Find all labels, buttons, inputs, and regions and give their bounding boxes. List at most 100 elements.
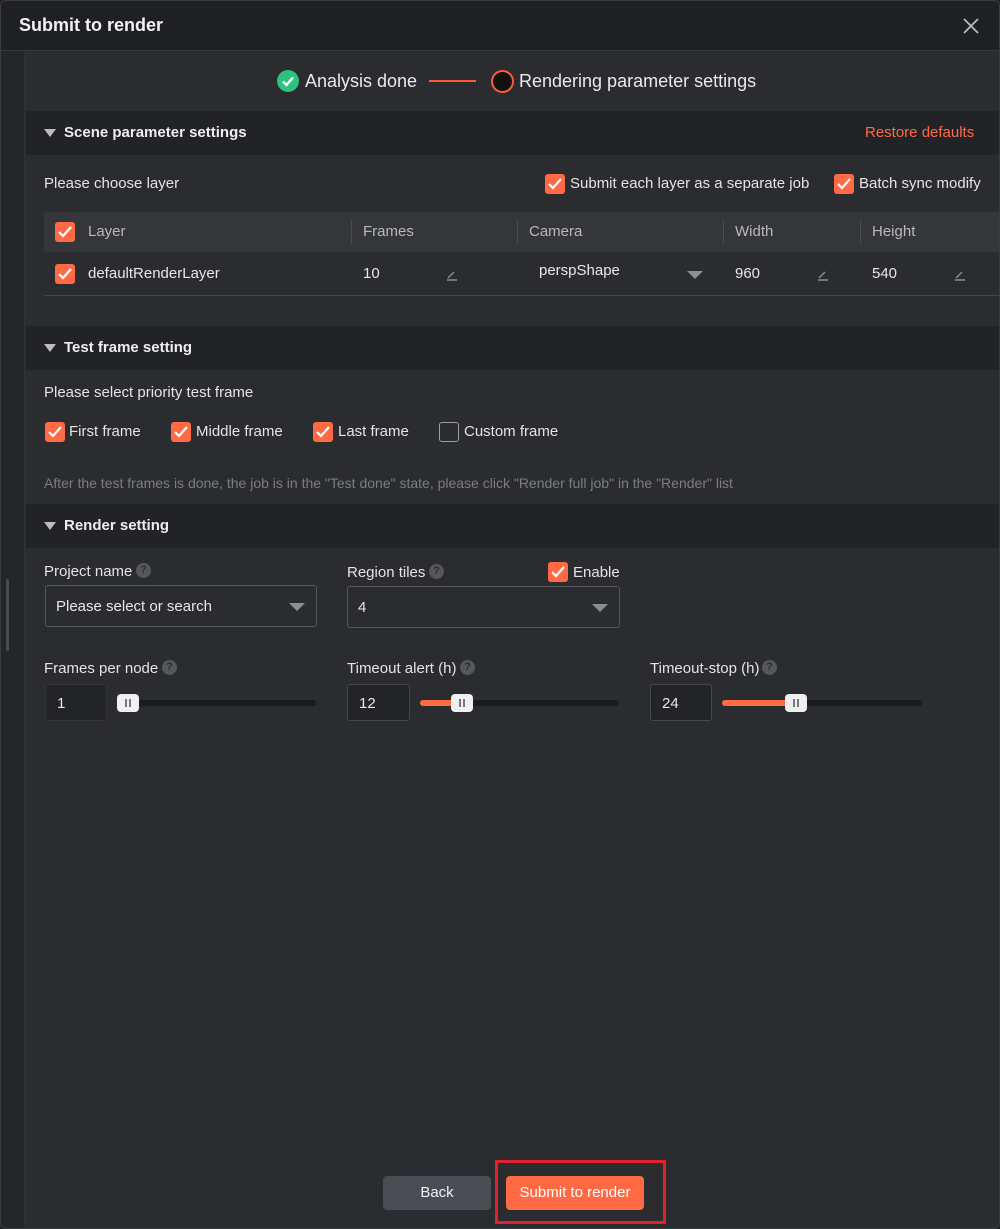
dialog-title: Submit to render [19, 15, 164, 35]
highlight-box [495, 1160, 666, 1224]
left-strip [1, 51, 25, 1228]
chevron-down-icon[interactable] [687, 271, 703, 279]
test-frame-section-header[interactable]: Test frame setting [26, 326, 999, 370]
checkbox-check-icon [48, 426, 62, 438]
submit-each-layer-label: Submit each layer as a separate job [570, 175, 810, 192]
slider-handle[interactable] [117, 694, 139, 712]
slider-handle[interactable] [785, 694, 807, 712]
back-button[interactable]: Back [383, 1176, 491, 1210]
layer-row-checkbox[interactable] [55, 264, 75, 284]
column-divider [860, 220, 861, 244]
step-connector [429, 80, 476, 82]
help-icon[interactable]: ? [162, 660, 177, 675]
batch-sync-checkbox[interactable] [834, 174, 854, 194]
frames-per-node-value: 1 [57, 695, 66, 712]
region-tiles-value: 4 [358, 599, 367, 616]
timeout-alert-slider[interactable] [420, 694, 619, 712]
timeout-alert-label: Timeout alert (h) [347, 660, 457, 677]
step-rendering-settings: Rendering parameter settings [519, 71, 757, 91]
width-value[interactable]: 960 [735, 265, 760, 282]
table-row: defaultRenderLayer 10 perspShape 960 540 [44, 252, 999, 296]
scrollbar[interactable] [6, 579, 9, 651]
checkbox-check-icon [58, 226, 72, 238]
step-analysis-done: Analysis done [305, 71, 418, 91]
frames-value[interactable]: 10 [363, 265, 380, 282]
render-section-header[interactable]: Render setting [26, 504, 999, 548]
frames-per-node-slider[interactable] [117, 694, 316, 712]
column-layer: Layer [88, 223, 126, 240]
checkbox-check-icon [174, 426, 188, 438]
layer-name: defaultRenderLayer [88, 265, 220, 282]
test-frame-section-title: Test frame setting [64, 339, 193, 356]
help-icon[interactable]: ? [460, 660, 475, 675]
middle-frame-label: Middle frame [196, 423, 283, 440]
close-icon[interactable] [959, 14, 983, 38]
select-all-layers-checkbox[interactable] [55, 222, 75, 242]
caret-down-icon [44, 129, 56, 137]
timeout-stop-label: Timeout-stop (h) [650, 660, 760, 677]
checkbox-check-icon [551, 566, 565, 578]
caret-down-icon [44, 344, 56, 352]
pencil-icon[interactable] [954, 268, 966, 281]
submit-each-layer-checkbox[interactable] [545, 174, 565, 194]
scene-section-header[interactable]: Scene parameter settings Restore default… [26, 111, 999, 155]
slider-handle[interactable] [451, 694, 473, 712]
first-frame-label: First frame [69, 423, 141, 440]
caret-down-icon [44, 522, 56, 530]
dialog-titlebar: Submit to render [1, 1, 999, 51]
test-frame-note: After the test frames is done, the job i… [44, 475, 733, 491]
custom-frame-checkbox[interactable] [439, 422, 459, 442]
current-step-icon [491, 70, 514, 93]
first-frame-checkbox[interactable] [45, 422, 65, 442]
submit-render-dialog: Submit to render Analysis done Rendering… [0, 0, 1000, 1229]
column-camera: Camera [529, 223, 583, 240]
region-tiles-enable-label: Enable [573, 564, 620, 581]
timeout-alert-input[interactable]: 12 [347, 684, 410, 721]
timeout-alert-value: 12 [359, 695, 376, 712]
render-section-title: Render setting [64, 517, 170, 534]
middle-frame-checkbox[interactable] [171, 422, 191, 442]
chevron-down-icon [592, 604, 608, 612]
region-tiles-select[interactable]: 4 [347, 586, 620, 628]
frames-per-node-input[interactable]: 1 [45, 684, 107, 721]
chevron-down-icon [289, 603, 305, 611]
frames-per-node-label: Frames per node [44, 660, 159, 677]
last-frame-checkbox[interactable] [313, 422, 333, 442]
timeout-stop-input[interactable]: 24 [650, 684, 712, 721]
scene-section-title: Scene parameter settings [64, 124, 247, 141]
help-icon[interactable]: ? [762, 660, 777, 675]
check-circle-icon [277, 70, 299, 92]
camera-select[interactable]: perspShape [539, 262, 620, 279]
restore-defaults-link[interactable]: Restore defaults [865, 124, 974, 141]
pencil-icon[interactable] [446, 268, 458, 281]
column-height: Height [872, 223, 916, 240]
project-name-placeholder: Please select or search [56, 598, 212, 615]
checkbox-check-icon [548, 178, 562, 190]
region-tiles-label: Region tiles [347, 564, 426, 581]
checkbox-check-icon [58, 268, 72, 280]
column-frames: Frames [363, 223, 414, 240]
priority-test-frame-label: Please select priority test frame [44, 384, 254, 401]
choose-layer-label: Please choose layer [44, 175, 180, 192]
batch-sync-label: Batch sync modify [859, 175, 981, 192]
pencil-icon[interactable] [817, 268, 829, 281]
timeout-stop-slider[interactable] [722, 694, 922, 712]
checkbox-check-icon [316, 426, 330, 438]
table-header: Layer Frames Camera Width Height [44, 212, 999, 252]
help-icon[interactable]: ? [136, 563, 151, 578]
region-tiles-enable-checkbox[interactable] [548, 562, 568, 582]
custom-frame-label: Custom frame [464, 423, 559, 440]
step-indicator: Analysis done Rendering parameter settin… [1, 51, 999, 111]
column-divider [723, 220, 724, 244]
help-icon[interactable]: ? [429, 564, 444, 579]
height-value[interactable]: 540 [872, 265, 897, 282]
last-frame-label: Last frame [338, 423, 409, 440]
project-name-label: Project name [44, 563, 133, 580]
timeout-stop-value: 24 [662, 695, 679, 712]
column-width: Width [735, 223, 774, 240]
column-divider [351, 220, 352, 244]
column-divider [517, 220, 518, 244]
project-name-select[interactable]: Please select or search [45, 585, 317, 627]
checkbox-check-icon [837, 178, 851, 190]
layer-table: Layer Frames Camera Width Height default… [44, 212, 999, 297]
